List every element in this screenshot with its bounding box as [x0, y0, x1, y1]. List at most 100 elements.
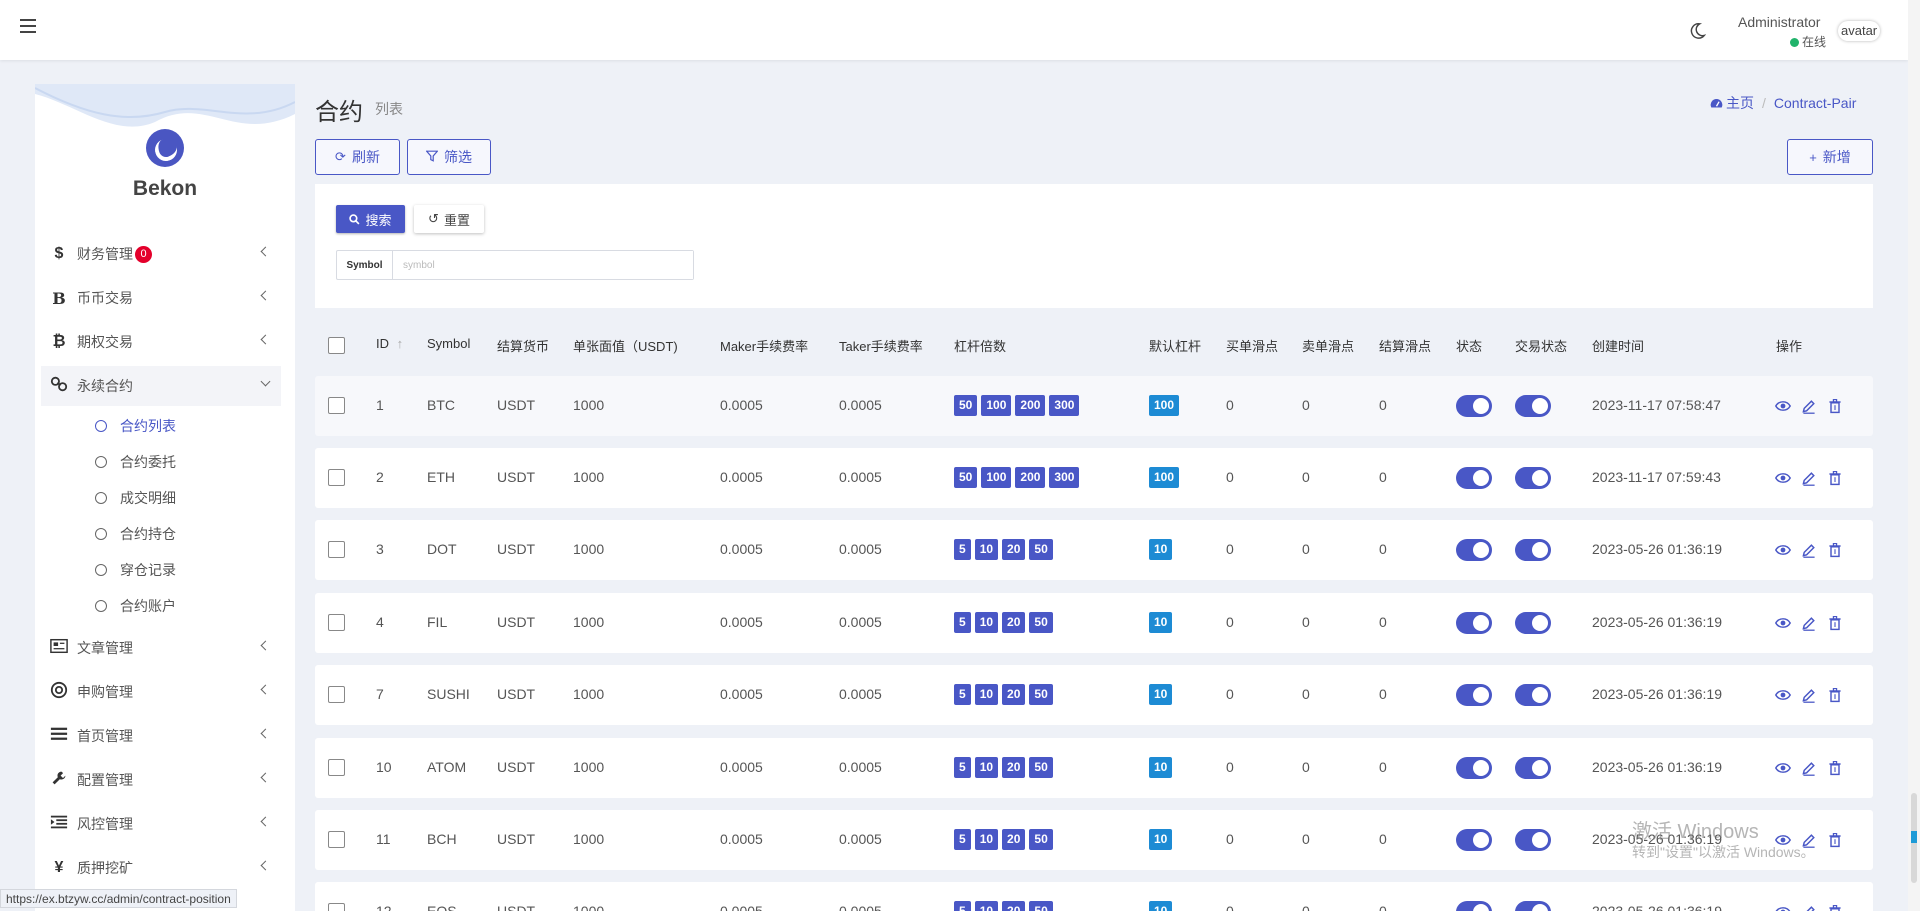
cell-currency: USDT: [497, 469, 536, 485]
edit-pencil-icon[interactable]: [1801, 470, 1817, 489]
cell-default-leverage: 10: [1149, 901, 1173, 911]
symbol-input[interactable]: [393, 251, 693, 279]
add-new-button[interactable]: + 新增: [1787, 139, 1873, 175]
view-eye-icon[interactable]: [1774, 760, 1792, 779]
row-checkbox[interactable]: [328, 686, 345, 703]
cell-created-time: 2023-05-26 01:36:19: [1592, 541, 1722, 557]
view-eye-icon[interactable]: [1774, 542, 1792, 561]
trade-status-toggle[interactable]: [1515, 901, 1551, 911]
cell-settle-slippage: 0: [1379, 831, 1387, 847]
row-checkbox[interactable]: [328, 469, 345, 486]
sidebar-subitem-positions[interactable]: 合约持仓: [95, 522, 176, 546]
moon-icon[interactable]: [1688, 22, 1706, 40]
view-eye-icon[interactable]: [1774, 687, 1792, 706]
edit-pencil-icon[interactable]: [1801, 760, 1817, 779]
status-toggle[interactable]: [1456, 829, 1492, 851]
breadcrumb-home[interactable]: 主页: [1710, 95, 1754, 111]
delete-trash-icon[interactable]: [1827, 760, 1843, 779]
row-checkbox[interactable]: [328, 831, 345, 848]
column-header-id[interactable]: ID ↑: [376, 336, 403, 351]
trade-status-toggle[interactable]: [1515, 684, 1551, 706]
delete-trash-icon[interactable]: [1827, 904, 1843, 911]
breadcrumb-home-label: 主页: [1726, 95, 1754, 111]
trade-status-toggle[interactable]: [1515, 829, 1551, 851]
view-eye-icon[interactable]: [1775, 904, 1791, 911]
brand-name: Bekon: [132, 177, 198, 200]
edit-pencil-icon[interactable]: [1801, 904, 1817, 911]
view-eye-icon[interactable]: [1774, 615, 1792, 634]
leverage-tag: 300: [1049, 467, 1080, 488]
row-actions: [1774, 470, 1843, 489]
status-toggle[interactable]: [1456, 757, 1492, 779]
search-icon: [349, 213, 360, 224]
cell-id: 3: [376, 541, 384, 557]
leverage-tag: 20: [1002, 539, 1026, 560]
column-header-status: 状态: [1456, 339, 1483, 354]
table-row: 3 DOT USDT 1000 0.0005 0.0005 5 10 20 50 10 0 0 0 2023…: [315, 520, 1873, 580]
trade-status-toggle[interactable]: [1515, 395, 1551, 417]
sidebar-item-homepage[interactable]: 首页管理: [41, 716, 281, 756]
delete-trash-icon[interactable]: [1827, 542, 1843, 561]
status-toggle[interactable]: [1456, 901, 1492, 911]
sidebar-subitem-contract-orders[interactable]: 合约委托: [95, 450, 176, 474]
cell-maker-fee: 0.0005: [720, 831, 763, 847]
status-toggle[interactable]: [1456, 539, 1492, 561]
delete-trash-icon[interactable]: [1827, 687, 1843, 706]
refresh-button[interactable]: ⟳ 刷新: [315, 139, 400, 175]
select-all-checkbox[interactable]: [328, 337, 345, 354]
edit-pencil-icon[interactable]: [1801, 542, 1817, 561]
wrench-icon: [41, 770, 77, 791]
reset-label: 重置: [443, 212, 470, 228]
sidebar-item-finance[interactable]: $ 财务管理 0: [41, 234, 281, 274]
search-button[interactable]: 搜索: [336, 205, 405, 233]
sidebar-subitem-contract-list[interactable]: 合约列表: [95, 414, 176, 438]
status-toggle[interactable]: [1456, 612, 1492, 634]
sidebar-item-subscription[interactable]: 申购管理: [41, 672, 281, 712]
edit-pencil-icon[interactable]: [1801, 615, 1817, 634]
column-header-settle-slippage: 结算滑点: [1379, 339, 1432, 354]
edit-pencil-icon[interactable]: [1801, 398, 1817, 417]
page-scrollbar[interactable]: [1908, 0, 1920, 911]
yen-icon: ¥: [54, 859, 64, 876]
row-checkbox[interactable]: [328, 903, 345, 911]
row-checkbox[interactable]: [328, 397, 345, 414]
delete-trash-icon[interactable]: [1827, 470, 1843, 489]
view-eye-icon[interactable]: [1774, 470, 1792, 489]
trade-status-toggle[interactable]: [1515, 612, 1551, 634]
sidebar-item-staking[interactable]: ¥ 质押挖矿: [41, 848, 281, 888]
sidebar-item-perpetual[interactable]: 永续合约: [41, 366, 281, 406]
view-eye-icon[interactable]: [1774, 398, 1792, 417]
avatar[interactable]: avatar: [1838, 21, 1881, 41]
leverage-tag: 5: [954, 829, 971, 850]
edit-pencil-icon[interactable]: [1801, 687, 1817, 706]
trade-status-toggle[interactable]: [1515, 467, 1551, 489]
leverage-tag: 5: [954, 901, 971, 911]
status-toggle[interactable]: [1456, 467, 1492, 489]
cell-face-value: 1000: [573, 759, 605, 775]
sidebar-subitem-contract-accounts[interactable]: 合约账户: [95, 594, 176, 618]
sidebar-item-options[interactable]: ₿ 期权交易: [41, 322, 281, 362]
trade-status-toggle[interactable]: [1515, 539, 1551, 561]
sidebar-item-spot-trading[interactable]: B 币币交易: [41, 278, 281, 318]
sidebar-subitem-liquidation-records[interactable]: 穿仓记录: [95, 558, 176, 582]
cell-face-value: 1000: [573, 903, 605, 911]
sidebar-item-risk[interactable]: 风控管理: [41, 804, 281, 844]
reset-button[interactable]: ↺ 重置: [414, 205, 484, 233]
delete-trash-icon[interactable]: [1827, 615, 1843, 634]
delete-trash-icon[interactable]: [1827, 398, 1843, 417]
status-toggle[interactable]: [1456, 684, 1492, 706]
sidebar-subitem-trade-details[interactable]: 成交明细: [95, 486, 176, 510]
row-checkbox[interactable]: [328, 759, 345, 776]
sidebar-item-articles[interactable]: 文章管理: [41, 628, 281, 668]
sidebar-item-config[interactable]: 配置管理: [41, 760, 281, 800]
subitem-label: 合约委托: [120, 454, 176, 470]
delete-trash-icon[interactable]: [1827, 832, 1843, 851]
status-toggle[interactable]: [1456, 395, 1492, 417]
row-checkbox[interactable]: [328, 614, 345, 631]
filter-button[interactable]: 筛选: [407, 139, 491, 175]
cell-leverage-tags: 5 10 20 50: [954, 539, 1053, 560]
hamburger-menu-icon[interactable]: [20, 19, 36, 33]
row-checkbox[interactable]: [328, 541, 345, 558]
admin-name[interactable]: Administrator: [1738, 14, 1820, 30]
trade-status-toggle[interactable]: [1515, 757, 1551, 779]
